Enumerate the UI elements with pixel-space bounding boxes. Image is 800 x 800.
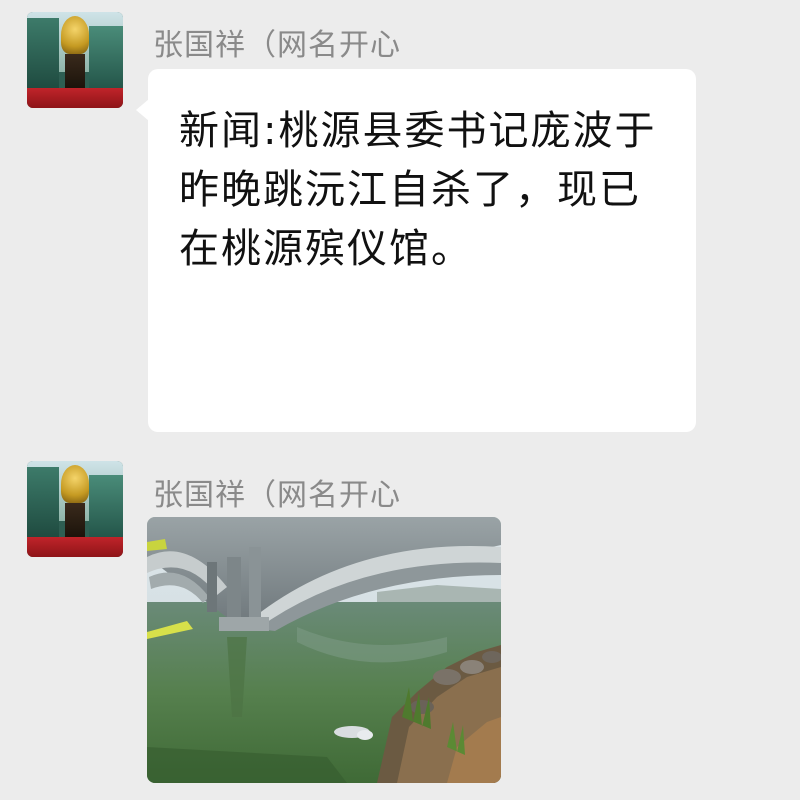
sender-avatar[interactable] <box>27 461 123 557</box>
sender-name: 张国祥（网名开心 <box>153 28 401 63</box>
chat-message: 张国祥（网名开心 新闻:桃源县委书记庞波于昨晚跳沅江自杀了，现已在桃源殡仪馆。 <box>0 0 800 450</box>
sender-avatar[interactable] <box>27 12 123 108</box>
trophy-icon <box>61 16 89 54</box>
sender-name: 张国祥（网名开心 <box>153 478 401 513</box>
bridge-river-photo-icon <box>147 517 501 783</box>
message-bubble[interactable]: 新闻:桃源县委书记庞波于昨晚跳沅江自杀了，现已在桃源殡仪馆。 <box>136 69 696 432</box>
trophy-icon <box>61 465 89 503</box>
message-text: 新闻:桃源县委书记庞波于昨晚跳沅江自杀了，现已在桃源殡仪馆。 <box>179 108 657 272</box>
image-message[interactable] <box>147 517 501 783</box>
